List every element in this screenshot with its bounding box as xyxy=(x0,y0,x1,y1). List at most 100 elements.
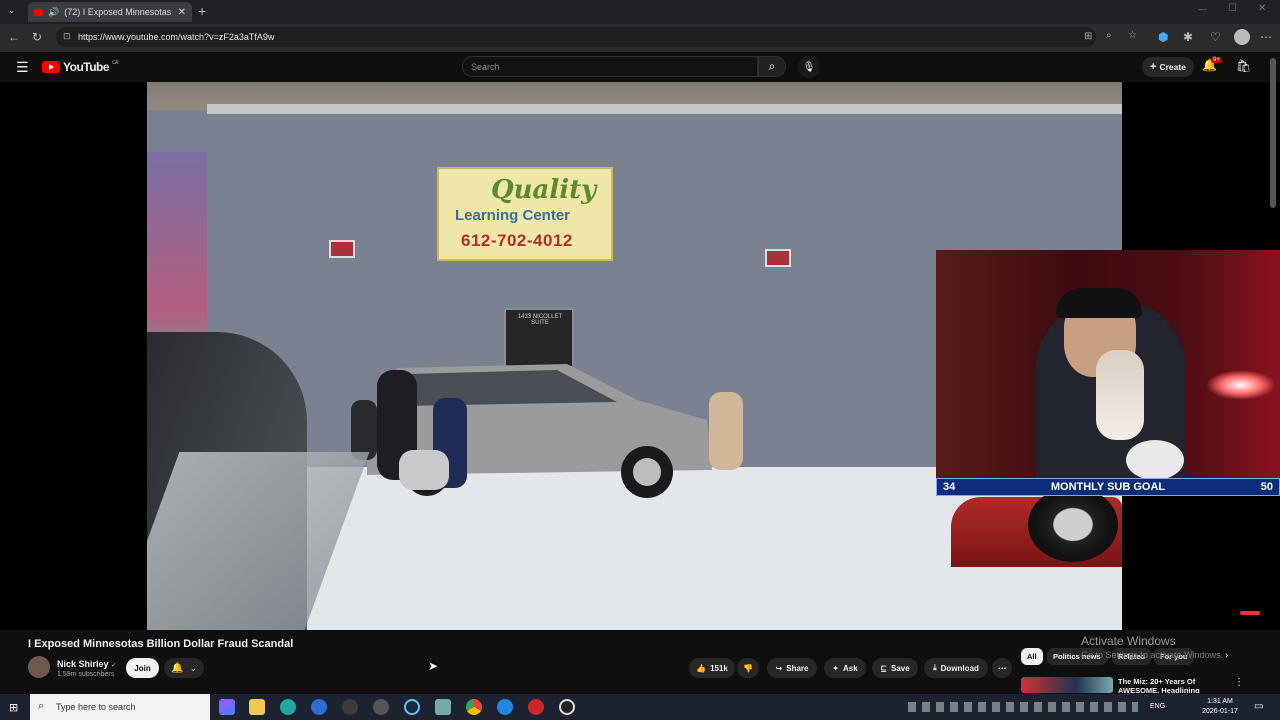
sign-phone-text: 612-702-4012 xyxy=(461,231,573,250)
recommendation-menu-icon[interactable]: ⋮ xyxy=(1234,677,1244,688)
share-button[interactable]: ↪ Share xyxy=(767,658,817,678)
chrome-taskbar-icon[interactable] xyxy=(466,699,482,715)
copilot-taskbar-icon[interactable] xyxy=(219,699,235,715)
search-icon: ⌕ xyxy=(768,59,776,73)
browser-tab[interactable]: 🔊 (72) I Exposed Minnesotas B ✕ xyxy=(28,2,192,22)
subscription-bell-button[interactable]: 🔔 ⌄ xyxy=(164,658,204,678)
extension-icon[interactable]: ⬢ xyxy=(1158,31,1168,43)
close-tab-icon[interactable]: ✕ xyxy=(178,7,186,18)
share-icon: ↪ xyxy=(775,663,783,673)
split-screen-icon[interactable]: ⊞ xyxy=(1084,31,1092,42)
like-button[interactable]: 👍 151k xyxy=(689,658,735,678)
search-input[interactable]: Search xyxy=(462,56,758,77)
taskbar-clock[interactable]: 1:31 AM 2026-01-17 xyxy=(1196,697,1244,717)
more-actions-button[interactable]: ⋯ xyxy=(992,658,1012,678)
back-icon[interactable]: ← xyxy=(8,31,20,43)
file-explorer-taskbar-icon[interactable] xyxy=(249,699,265,715)
chip-all[interactable]: All xyxy=(1021,648,1043,665)
subscriber-count: 1.59m subscribers xyxy=(57,671,115,678)
download-icon: ⤓ xyxy=(933,663,937,672)
chevron-down-icon: ⌄ xyxy=(189,663,197,673)
gamepad-taskbar-icon[interactable] xyxy=(342,699,358,715)
channel-avatar[interactable] xyxy=(28,656,50,678)
language-indicator[interactable]: ENG xyxy=(1150,703,1165,710)
youtube-logo-text: YouTube xyxy=(63,60,110,74)
youtube-region-code: CA xyxy=(112,60,118,66)
audio-playing-icon[interactable]: 🔊 xyxy=(48,7,59,18)
learning-center-sign: Quality Learning Center 612-702-4012 xyxy=(437,167,613,261)
account-avatar-icon[interactable]: 🛍 xyxy=(1236,60,1251,72)
thumbs-down-icon: 👎 xyxy=(743,663,753,673)
white-helmet xyxy=(1126,440,1184,478)
activate-windows-subtext: Go to Settings to activate Windows. xyxy=(1081,650,1224,660)
sub-goal-label: MONTHLY SUB GOAL xyxy=(1050,481,1166,493)
youtube-header: ☰ YouTube CA Search ⌕ 🎙 + Create 🔔 9+ 🛍 xyxy=(0,52,1280,82)
dislike-button[interactable]: 👎 xyxy=(737,658,759,678)
edge-taskbar-icon[interactable] xyxy=(280,699,296,715)
sub-goal-bar: 34 MONTHLY SUB GOAL 50 xyxy=(936,478,1280,496)
close-window-icon[interactable]: ✕ xyxy=(1258,4,1266,14)
address-bar[interactable]: ⊡ https://www.youtube.com/watch?v=zF2a3a… xyxy=(56,27,1137,47)
extensions-puzzle-icon[interactable]: ✱ xyxy=(1183,31,1193,43)
share-label: Share xyxy=(786,663,809,673)
wall-red-sign-right xyxy=(765,249,791,267)
youtube-logo[interactable]: YouTube CA xyxy=(42,60,118,74)
save-button[interactable]: ⊑ Save xyxy=(872,658,918,678)
ask-button[interactable]: ✦ Ask xyxy=(824,658,866,678)
windows-start-icon[interactable]: ⊞ xyxy=(9,701,18,714)
browser-menu-icon[interactable]: ⋯ xyxy=(1260,31,1272,43)
taskbar-search-icon: ⌕ xyxy=(38,700,45,712)
voice-search-button[interactable]: 🎙 xyxy=(798,56,820,78)
app-taskbar-icon[interactable] xyxy=(311,699,327,715)
sub-goal-target: 50 xyxy=(1260,481,1273,493)
bell-icon: 🔔 xyxy=(171,662,184,674)
download-label: Download xyxy=(940,663,979,673)
bookmark-icon: ⊑ xyxy=(880,663,887,673)
url-text: https://www.youtube.com/watch?v=zF2a3aTf… xyxy=(78,32,275,42)
neon-light xyxy=(1206,370,1276,400)
browser-taskbar-icon[interactable] xyxy=(497,699,513,715)
sign-learning-center-text: Learning Center xyxy=(455,207,571,224)
notification-count-badge: 9+ xyxy=(1211,57,1222,63)
media-taskbar-icon[interactable] xyxy=(528,699,544,715)
zoom-icon[interactable]: ⌕ xyxy=(1106,30,1112,41)
scrollbar-track[interactable] xyxy=(1270,58,1276,208)
recommendation-thumbnail[interactable] xyxy=(1021,677,1113,693)
join-button[interactable]: Join xyxy=(126,658,159,678)
youtube-play-logo-icon xyxy=(42,61,60,73)
search-button[interactable]: ⌕ xyxy=(758,56,786,77)
settings-gear-taskbar-icon[interactable] xyxy=(373,699,389,715)
video-title: I Exposed Minnesotas Billion Dollar Frau… xyxy=(28,638,294,650)
hamburger-menu-icon[interactable]: ☰ xyxy=(16,60,29,74)
streamer-cap xyxy=(1056,288,1142,318)
system-tray-icons[interactable] xyxy=(908,702,1138,712)
download-button[interactable]: ⤓ Download xyxy=(924,658,988,678)
thumbs-up-icon: 👍 xyxy=(696,663,707,673)
recommendation-title[interactable]: The Miz: 20+ Years Of AWESOME, Headlinin… xyxy=(1118,677,1228,693)
performance-icon[interactable]: ♡ xyxy=(1210,31,1221,43)
reload-icon[interactable]: ↻ xyxy=(32,31,42,43)
create-button[interactable]: + Create xyxy=(1142,57,1194,77)
tab-title: (72) I Exposed Minnesotas B xyxy=(64,7,173,17)
notification-center-icon[interactable]: ▭ xyxy=(1254,701,1263,712)
save-label: Save xyxy=(891,663,910,673)
obs-taskbar-icon[interactable] xyxy=(559,699,575,715)
tab-list-chevron-icon[interactable]: ⌄ xyxy=(8,6,16,15)
site-info-icon[interactable]: ⊡ xyxy=(63,31,71,42)
browser-toolbar: ← ↻ ⊡ https://www.youtube.com/watch?v=zF… xyxy=(0,24,1280,52)
minimize-icon[interactable]: — xyxy=(1198,5,1207,14)
chips-next-chevron-icon[interactable]: › xyxy=(1225,650,1228,661)
notepad-taskbar-icon[interactable] xyxy=(435,699,451,715)
favorite-star-icon[interactable]: ☆ xyxy=(1128,30,1137,41)
scene-wall-coping xyxy=(207,104,1122,114)
profile-avatar[interactable] xyxy=(1234,29,1250,45)
maximize-icon[interactable]: ☐ xyxy=(1228,4,1237,14)
new-tab-icon[interactable]: + xyxy=(198,4,206,18)
verified-check-icon: ✓ xyxy=(111,662,117,669)
streamer-webcam-overlay xyxy=(936,250,1280,478)
steam-taskbar-icon[interactable] xyxy=(404,699,420,715)
activate-windows-watermark: Activate Windows xyxy=(1081,634,1176,648)
channel-name[interactable]: Nick Shirley ✓ xyxy=(57,659,117,669)
taskbar-search-input[interactable]: ⌕ Type here to search xyxy=(30,694,210,720)
clock-time: 1:31 AM xyxy=(1207,698,1233,705)
